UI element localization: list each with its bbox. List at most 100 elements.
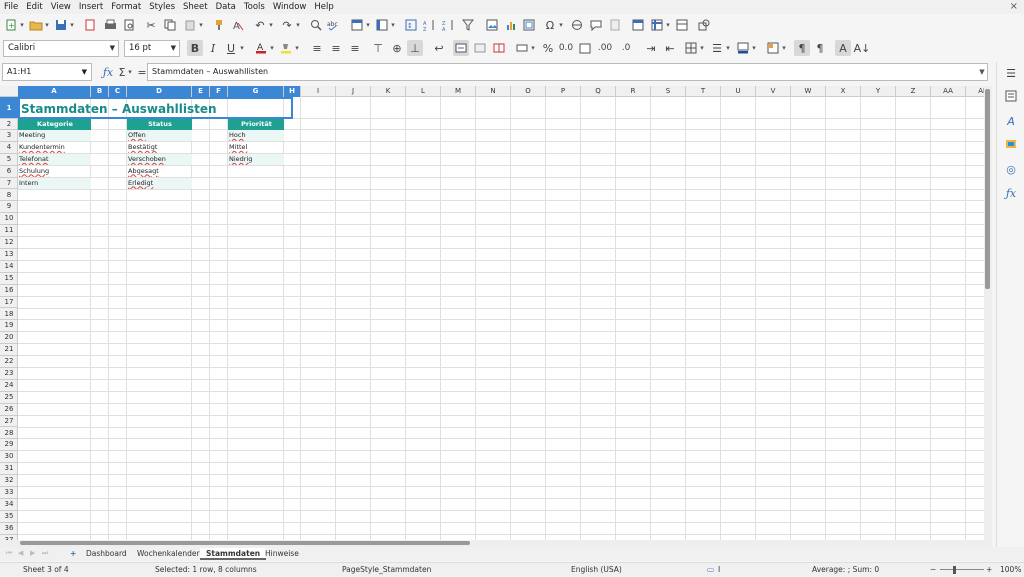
row-header-18[interactable]: 18 bbox=[0, 309, 18, 321]
row-header-31[interactable]: 31 bbox=[0, 463, 18, 476]
prioritaet-header[interactable]: Priorität bbox=[228, 119, 284, 130]
vertical-scroll-thumb[interactable] bbox=[985, 89, 990, 289]
menu-item-view[interactable]: View bbox=[47, 0, 75, 14]
chevron-down-icon[interactable]: ▾ bbox=[43, 17, 51, 33]
column-header-n[interactable]: N bbox=[476, 86, 511, 97]
cell-area[interactable]: Stammdaten – Auswahllisten Kategorie Meeti… bbox=[18, 97, 992, 540]
menu-item-tools[interactable]: Tools bbox=[240, 0, 269, 14]
column-header-j[interactable]: J bbox=[336, 86, 371, 97]
open-folder-icon[interactable] bbox=[28, 17, 44, 33]
kategorie-item[interactable]: Intern bbox=[18, 177, 91, 189]
column-icon[interactable] bbox=[374, 17, 390, 33]
menu-item-insert[interactable]: Insert bbox=[75, 0, 107, 14]
increase-indent-icon[interactable]: ⇥ bbox=[643, 40, 659, 56]
freeze-rows-columns-icon[interactable] bbox=[649, 17, 665, 33]
chevron-down-icon[interactable]: ▾ bbox=[126, 64, 134, 80]
text-horizontal-icon[interactable]: A bbox=[835, 40, 851, 56]
chevron-down-icon[interactable]: ▾ bbox=[238, 40, 246, 56]
row-icon[interactable] bbox=[349, 17, 365, 33]
zoom-slider-thumb[interactable] bbox=[953, 566, 956, 574]
clear-formatting-icon[interactable]: A bbox=[230, 17, 246, 33]
kategorie-item[interactable]: Schulung bbox=[18, 166, 91, 177]
menu-item-data[interactable]: Data bbox=[212, 0, 240, 14]
column-header-r[interactable]: R bbox=[616, 86, 651, 97]
align-bottom-icon[interactable]: ⊥ bbox=[407, 40, 423, 56]
row-header-1[interactable]: 1 bbox=[0, 97, 18, 119]
prioritaet-item[interactable]: Hoch bbox=[228, 130, 284, 141]
spelling-icon[interactable]: abc bbox=[326, 17, 342, 33]
zoom-in-icon[interactable]: + bbox=[986, 563, 992, 577]
print-preview-icon[interactable] bbox=[121, 17, 137, 33]
previous-sheet-icon[interactable]: ◀ bbox=[18, 549, 23, 557]
special-character-icon[interactable]: Ω bbox=[542, 17, 558, 33]
spreadsheet-grid[interactable]: A B C D E F G H I J K L M N O P Q R S T U V W X Y Z AA AB 123456789… bbox=[0, 86, 992, 540]
chevron-down-icon[interactable]: ▾ bbox=[529, 40, 537, 56]
column-header-e[interactable]: E bbox=[192, 86, 210, 97]
delete-decimal-place-icon[interactable]: .0 bbox=[618, 40, 634, 56]
unmerge-cells-icon[interactable] bbox=[491, 40, 507, 56]
row-header-28[interactable]: 28 bbox=[0, 428, 18, 440]
insert-chart-icon[interactable] bbox=[503, 17, 519, 33]
border-color-icon[interactable] bbox=[735, 40, 751, 56]
conditional-format-icon[interactable] bbox=[765, 40, 781, 56]
prioritaet-item[interactable]: Niedrig bbox=[228, 153, 284, 165]
paste-icon[interactable] bbox=[182, 17, 198, 33]
font-size-combo[interactable]: 16 pt ▼ bbox=[124, 40, 180, 57]
merge-center-icon[interactable] bbox=[453, 40, 469, 56]
row-header-10[interactable]: 10 bbox=[0, 213, 18, 226]
row-header-26[interactable]: 26 bbox=[0, 404, 18, 416]
number-format-currency-icon[interactable] bbox=[514, 40, 530, 56]
percent-icon[interactable]: % bbox=[540, 40, 556, 56]
insert-image-icon[interactable] bbox=[484, 17, 500, 33]
row-header-2[interactable]: 2 bbox=[0, 119, 18, 130]
language-indicator[interactable]: English (USA) bbox=[571, 563, 622, 577]
kategorie-item[interactable]: Meeting bbox=[18, 130, 91, 141]
chevron-down-icon[interactable]: ▾ bbox=[18, 17, 26, 33]
row-header-36[interactable]: 36 bbox=[0, 523, 18, 535]
status-header[interactable]: Status bbox=[127, 119, 192, 130]
hamburger-menu-icon[interactable]: ☰ bbox=[1003, 66, 1019, 82]
print-icon[interactable] bbox=[102, 17, 118, 33]
column-header-d[interactable]: D bbox=[127, 86, 192, 97]
row-header-12[interactable]: 12 bbox=[0, 237, 18, 249]
align-top-icon[interactable]: ⊤ bbox=[370, 40, 386, 56]
define-print-area-icon[interactable] bbox=[630, 17, 646, 33]
column-header-x[interactable]: X bbox=[826, 86, 861, 97]
hyperlink-icon[interactable] bbox=[569, 17, 585, 33]
align-left-icon[interactable]: ≡ bbox=[309, 40, 325, 56]
chevron-down-icon[interactable]: ▾ bbox=[197, 17, 205, 33]
left-to-right-icon[interactable]: ¶ bbox=[794, 40, 810, 56]
font-name-combo[interactable]: Calibri ▼ bbox=[3, 40, 119, 57]
new-document-icon[interactable]: + bbox=[3, 17, 19, 33]
sort-ascending-icon[interactable]: AZ bbox=[422, 17, 438, 33]
menu-item-file[interactable]: File bbox=[0, 0, 22, 14]
save-icon[interactable] bbox=[53, 17, 69, 33]
column-header-aa[interactable]: AA bbox=[931, 86, 966, 97]
date-format-icon[interactable] bbox=[577, 40, 593, 56]
right-to-left-icon[interactable]: ¶ bbox=[812, 40, 828, 56]
status-item[interactable]: Bestätigt bbox=[127, 142, 192, 153]
column-header-l[interactable]: L bbox=[406, 86, 441, 97]
merge-cells-icon[interactable] bbox=[472, 40, 488, 56]
cut-icon[interactable]: ✂ bbox=[143, 17, 159, 33]
row-header-34[interactable]: 34 bbox=[0, 499, 18, 511]
menu-item-edit[interactable]: Edit bbox=[22, 0, 46, 14]
row-header-19[interactable]: 19 bbox=[0, 320, 18, 333]
row-header-9[interactable]: 9 bbox=[0, 201, 18, 214]
row-header-24[interactable]: 24 bbox=[0, 380, 18, 392]
column-header-w[interactable]: W bbox=[791, 86, 826, 97]
chevron-down-icon[interactable]: ▾ bbox=[557, 17, 565, 33]
menu-item-window[interactable]: Window bbox=[269, 0, 311, 14]
clone-formatting-icon[interactable] bbox=[211, 17, 227, 33]
row-header-21[interactable]: 21 bbox=[0, 344, 18, 357]
sheet-tab-stammdaten[interactable]: Stammdaten bbox=[200, 548, 267, 560]
row-header-6[interactable]: 6 bbox=[0, 166, 18, 178]
close-document-icon[interactable]: × bbox=[1010, 0, 1018, 14]
split-window-icon[interactable] bbox=[674, 17, 690, 33]
column-header-b[interactable]: B bbox=[91, 86, 109, 97]
name-box[interactable]: A1:H1 ▼ bbox=[2, 63, 92, 81]
kategorie-item[interactable]: Kundentermin bbox=[18, 142, 91, 153]
underline-icon[interactable]: U bbox=[223, 40, 239, 56]
column-header-v[interactable]: V bbox=[756, 86, 791, 97]
kategorie-item[interactable]: Telefonat bbox=[18, 153, 91, 165]
